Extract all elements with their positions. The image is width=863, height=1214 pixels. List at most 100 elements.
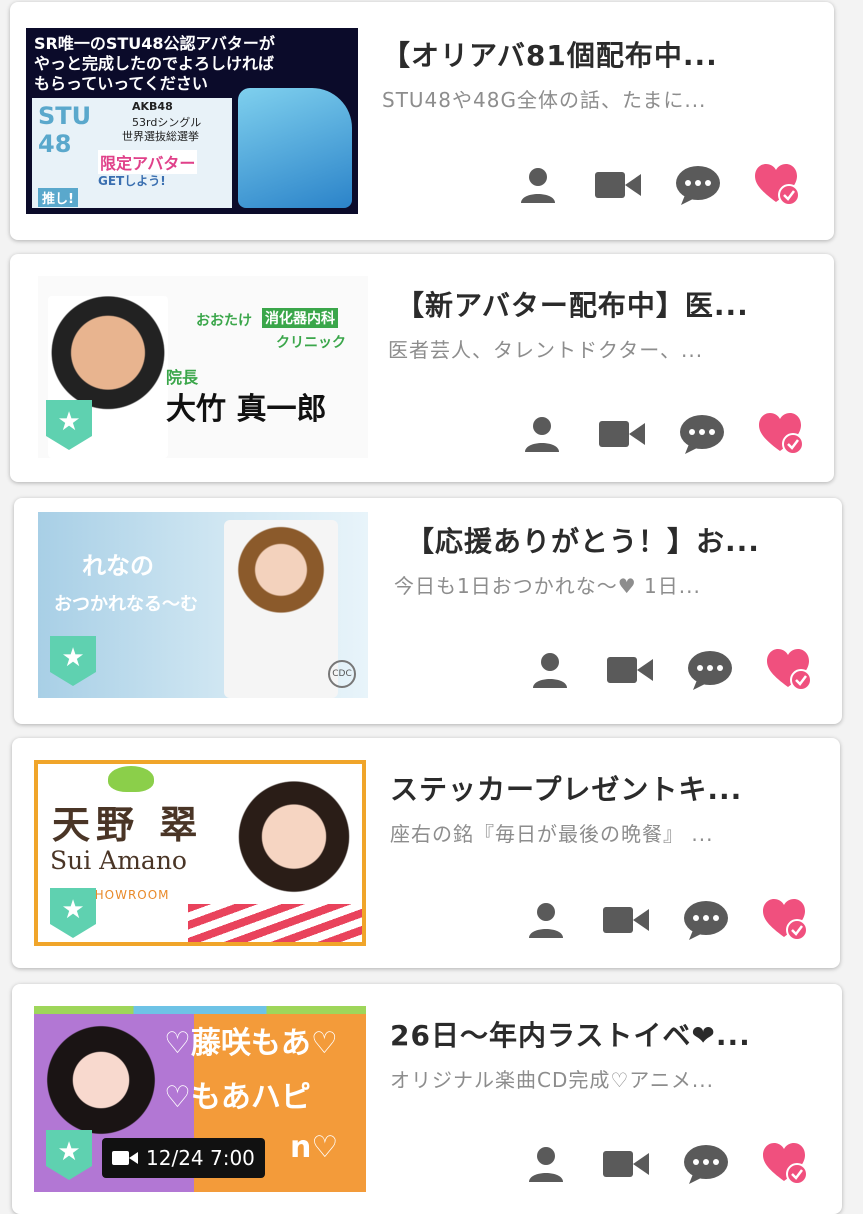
video-camera-icon: [599, 417, 645, 455]
thumbnail-caption: おつかれなる〜む: [54, 594, 198, 615]
person-button[interactable]: [524, 900, 568, 944]
frog-illustration: [108, 766, 154, 792]
star-icon: ★: [61, 895, 85, 925]
person-icon: [526, 900, 566, 944]
thumbnail-caption: SHOWROOM: [86, 888, 170, 902]
video-camera-icon: [607, 653, 653, 691]
room-thumbnail[interactable]: ♡藤咲もあ♡ ♡もあハピ n♡ ★ 12/24 7:00: [34, 1006, 366, 1192]
comment-bubble-icon: [683, 900, 729, 944]
thumbnail-caption: 世界選抜総選挙: [122, 130, 199, 143]
thumbnail-caption: 48: [38, 130, 72, 158]
comment-bubble-button[interactable]: [676, 165, 720, 209]
thumbnail-panel: STU 48 AKB48 53rdシングル 世界選抜総選挙 限定アバター GET…: [32, 98, 232, 208]
comment-bubble-button[interactable]: [684, 900, 728, 944]
room-actions: [516, 164, 816, 210]
video-camera-button[interactable]: [603, 1144, 649, 1188]
room-subtitle: オリジナル楽曲CD完成♡アニメ...: [390, 1068, 714, 1092]
girl-portrait: [224, 520, 338, 698]
video-camera-button[interactable]: [603, 900, 649, 944]
person-icon: [526, 1144, 566, 1188]
video-camera-button[interactable]: [607, 650, 653, 694]
star-icon: ★: [57, 407, 81, 437]
video-camera-icon: [603, 1147, 649, 1185]
thumbnail-caption: ♡もあハピ: [164, 1080, 311, 1115]
room-subtitle: 今日も1日おつかれな〜♥ 1日...: [394, 574, 701, 598]
room-actions: [520, 413, 820, 459]
comment-bubble-button[interactable]: [684, 1144, 728, 1188]
room-actions: [524, 899, 824, 945]
heart-check-button[interactable]: [763, 899, 809, 945]
heart-check-button[interactable]: [763, 1143, 809, 1189]
room-thumbnail[interactable]: SR唯一のSTU48公認アバターが やっと完成したのでよろしければ もらっていっ…: [26, 28, 358, 214]
comment-bubble-icon: [687, 650, 733, 694]
room-card[interactable]: れなの おつかれなる〜む CDC ★ 【応援ありがとう！】お... 今日も1日お…: [14, 498, 842, 724]
room-thumbnail[interactable]: 天野 翠 Sui Amano SHOWROOM ★: [34, 760, 366, 946]
video-camera-icon: [112, 1151, 138, 1165]
room-subtitle: 座右の銘『毎日が最後の晩餐』 ...: [390, 822, 714, 846]
room-thumbnail[interactable]: れなの おつかれなる〜む CDC ★: [38, 512, 368, 698]
comment-bubble-button[interactable]: [680, 414, 724, 458]
person-icon: [530, 650, 570, 694]
room-title[interactable]: 26日〜年内ラストイベ❤...: [390, 1014, 822, 1054]
star-icon: ★: [57, 1137, 81, 1167]
room-subtitle: 医者芸人、タレントドクター、...: [388, 338, 704, 362]
heart-check-icon: [767, 649, 813, 695]
room-title[interactable]: 【オリアバ81個配布中...: [382, 34, 822, 74]
person-button[interactable]: [528, 650, 572, 694]
thumbnail-caption: もらっていってください: [34, 74, 208, 93]
thumbnail-caption: STU: [38, 102, 92, 130]
live-time-label: 12/24 7:00: [146, 1146, 255, 1170]
room-title[interactable]: ステッカープレゼントキ...: [390, 768, 820, 808]
official-badge: ★: [50, 888, 96, 938]
heart-check-icon: [759, 413, 805, 459]
comment-bubble-icon: [683, 1144, 729, 1188]
thumbnail-caption: AKB48: [132, 100, 173, 113]
thumbnail-caption: n♡: [290, 1130, 339, 1165]
video-camera-icon: [603, 903, 649, 941]
thumbnail-caption: 限定アバター: [98, 150, 198, 174]
person-icon: [522, 414, 562, 458]
comment-bubble-button[interactable]: [688, 650, 732, 694]
room-thumbnail[interactable]: おおたけ 消化器内科 クリニック 院長 大竹 真一郎 ★: [38, 276, 368, 458]
person-button[interactable]: [520, 414, 564, 458]
room-card[interactable]: 天野 翠 Sui Amano SHOWROOM ★ ステッカープレゼントキ...…: [12, 738, 840, 968]
video-camera-button[interactable]: [595, 165, 641, 209]
video-camera-icon: [595, 168, 641, 206]
thumbnail-caption: CDC: [328, 660, 356, 688]
heart-check-icon: [755, 164, 801, 210]
room-actions: [524, 1143, 824, 1189]
live-schedule-badge: 12/24 7:00: [102, 1138, 265, 1178]
person-button[interactable]: [524, 1144, 568, 1188]
heart-check-button[interactable]: [759, 413, 805, 459]
thumbnail-caption: Sui Amano: [50, 846, 187, 875]
stripe-shirt: [188, 904, 362, 942]
thumbnail-caption: ♡藤咲もあ♡: [164, 1026, 338, 1061]
heart-check-icon: [763, 1143, 809, 1189]
star-icon: ★: [61, 643, 85, 673]
thumbnail-caption: おおたけ: [196, 313, 252, 329]
room-actions: [528, 649, 828, 695]
room-title[interactable]: 【応援ありがとう！】お...: [406, 520, 824, 560]
room-title[interactable]: 【新アバター配布中】医...: [396, 284, 824, 324]
person-icon: [518, 165, 558, 209]
room-card[interactable]: ♡藤咲もあ♡ ♡もあハピ n♡ ★ 12/24 7:00 26日〜年内ラストイベ…: [12, 984, 842, 1214]
official-badge: ★: [50, 636, 96, 686]
color-strip: [34, 1006, 366, 1014]
person-button[interactable]: [516, 165, 560, 209]
thumbnail-caption: クリニック: [276, 335, 346, 351]
comment-bubble-icon: [675, 165, 721, 209]
ship-illustration: [238, 88, 352, 208]
thumbnail-caption: 大竹 真一郎: [166, 392, 327, 427]
heart-check-button[interactable]: [755, 164, 801, 210]
room-subtitle: STU48や48G全体の話、たまに...: [382, 88, 707, 112]
room-card[interactable]: SR唯一のSTU48公認アバターが やっと完成したのでよろしければ もらっていっ…: [10, 2, 834, 240]
heart-check-button[interactable]: [767, 649, 813, 695]
video-camera-button[interactable]: [599, 414, 645, 458]
room-card[interactable]: おおたけ 消化器内科 クリニック 院長 大竹 真一郎 ★ 【新アバター配布中】医…: [10, 254, 834, 482]
thumbnail-caption: 天野 翠: [52, 802, 204, 847]
comment-bubble-icon: [679, 414, 725, 458]
thumbnail-caption: 推し!: [38, 188, 78, 207]
heart-check-icon: [763, 899, 809, 945]
thumbnail-caption: 消化器内科: [262, 308, 338, 328]
thumbnail-caption: れなの: [82, 552, 154, 580]
